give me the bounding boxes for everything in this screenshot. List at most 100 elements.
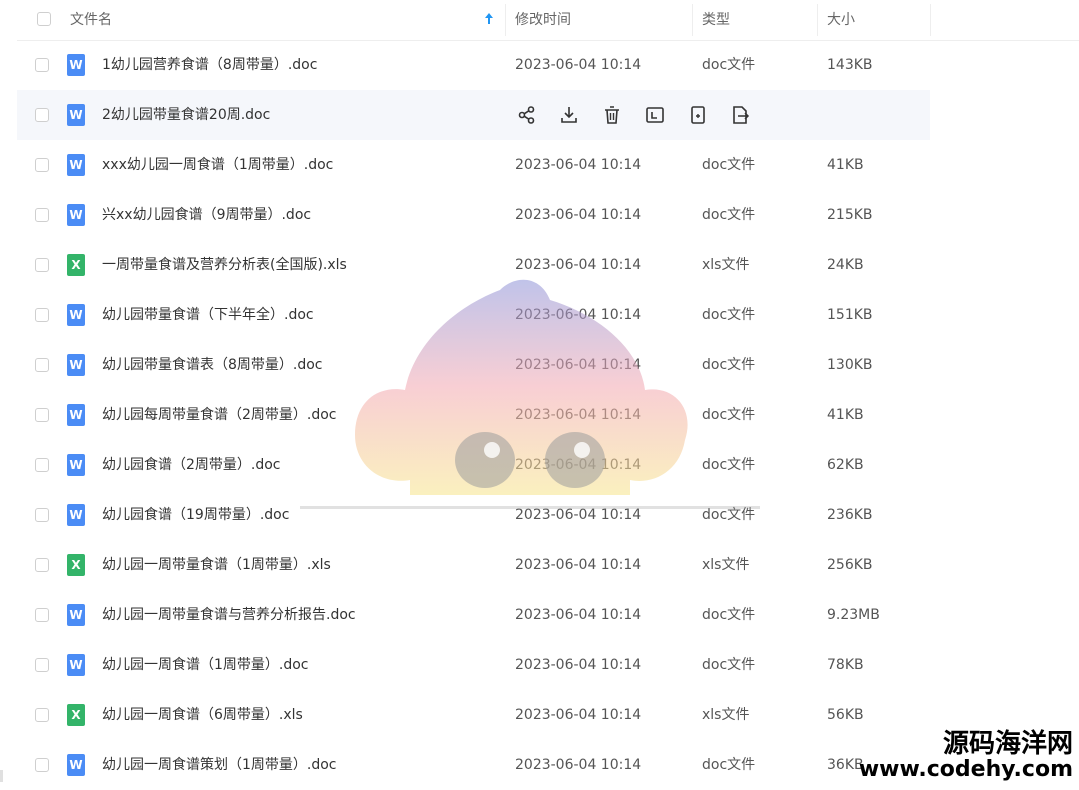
file-type: doc文件: [702, 607, 756, 623]
row-checkbox[interactable]: [35, 58, 49, 72]
word-file-icon: W: [67, 54, 85, 76]
share-icon[interactable]: [515, 103, 539, 127]
file-type: doc文件: [702, 307, 756, 323]
file-size: 24KB: [827, 257, 864, 273]
row-checkbox[interactable]: [35, 608, 49, 622]
header-type[interactable]: 类型: [702, 0, 730, 40]
file-name[interactable]: 幼儿园带量食谱（下半年全）.doc: [102, 290, 314, 340]
excel-file-icon: X: [67, 254, 85, 276]
file-modified: 2023-06-04 10:14: [515, 407, 642, 423]
file-type: doc文件: [702, 657, 756, 673]
file-name[interactable]: 幼儿园一周带量食谱与营养分析报告.doc: [102, 590, 356, 640]
file-row[interactable]: W 1幼儿园营养食谱（8周带量）.doc 2023-06-04 10:14 doc文件…: [17, 40, 930, 90]
file-name[interactable]: 幼儿园一周带量食谱（1周带量）.xls: [102, 540, 331, 590]
watermark-cn: 源码海洋网: [942, 728, 1073, 759]
file-type: xls文件: [702, 557, 750, 573]
delete-icon[interactable]: [600, 103, 624, 127]
word-file-icon: W: [67, 604, 85, 626]
file-row[interactable]: X 幼儿园一周食谱（6周带量）.xls 2023-06-04 10:14 xls文件 5…: [17, 690, 930, 740]
row-checkbox[interactable]: [35, 158, 49, 172]
file-name[interactable]: 幼儿园食谱（19周带量）.doc: [102, 490, 289, 540]
word-file-icon: W: [67, 504, 85, 526]
row-checkbox[interactable]: [35, 408, 49, 422]
row-checkbox[interactable]: [35, 558, 49, 572]
file-type: doc文件: [702, 157, 756, 173]
file-row[interactable]: W 幼儿园一周食谱策划（1周带量）.doc 2023-06-04 10:14 doc文…: [17, 740, 930, 790]
word-file-icon: W: [67, 154, 85, 176]
download-icon[interactable]: [557, 103, 581, 127]
row-checkbox[interactable]: [35, 458, 49, 472]
file-row[interactable]: W 幼儿园食谱（19周带量）.doc 2023-06-04 10:14 doc文件 23…: [17, 490, 930, 540]
file-type: doc文件: [702, 457, 756, 473]
row-checkbox[interactable]: [35, 308, 49, 322]
file-modified: 2023-06-04 10:14: [515, 307, 642, 323]
word-file-icon: W: [67, 404, 85, 426]
file-size: 62KB: [827, 457, 864, 473]
header-modified[interactable]: 修改时间: [515, 0, 571, 40]
file-row[interactable]: W 幼儿园带量食谱（下半年全）.doc 2023-06-04 10:14 doc文件 1…: [17, 290, 930, 340]
file-name[interactable]: 2幼儿园带量食谱20周.doc: [102, 90, 270, 140]
file-row[interactable]: W 幼儿园一周带量食谱与营养分析报告.doc 2023-06-04 10:14 doc…: [17, 590, 930, 640]
file-name[interactable]: 幼儿园食谱（2周带量）.doc: [102, 440, 281, 490]
file-name[interactable]: xxx幼儿园一周食谱（1周带量）.doc: [102, 140, 333, 190]
header-name[interactable]: 文件名: [70, 0, 112, 40]
file-name[interactable]: 一周带量食谱及营养分析表(全国版).xls: [102, 240, 347, 290]
file-row[interactable]: W 兴xx幼儿园食谱（9周带量）.doc 2023-06-04 10:14 doc文件…: [17, 190, 930, 240]
watermark-text: 源码海洋网 www.codehy.com: [859, 728, 1073, 781]
file-modified: 2023-06-04 10:14: [515, 257, 642, 273]
word-file-icon: W: [67, 204, 85, 226]
file-type: doc文件: [702, 207, 756, 223]
file-name[interactable]: 幼儿园一周食谱（6周带量）.xls: [102, 690, 303, 740]
file-size: 236KB: [827, 507, 873, 523]
file-size: 130KB: [827, 357, 873, 373]
file-type: doc文件: [702, 757, 756, 773]
file-name[interactable]: 幼儿园带量食谱表（8周带量）.doc: [102, 340, 323, 390]
file-modified: 2023-06-04 10:14: [515, 457, 642, 473]
sort-ascending-icon[interactable]: [484, 11, 494, 27]
excel-file-icon: X: [67, 704, 85, 726]
file-modified: 2023-06-04 10:14: [515, 657, 642, 673]
file-modified: 2023-06-04 10:14: [515, 207, 642, 223]
word-file-icon: W: [67, 654, 85, 676]
copy-icon[interactable]: [686, 103, 710, 127]
file-row[interactable]: W 幼儿园一周食谱（1周带量）.doc 2023-06-04 10:14 doc文件 7…: [17, 640, 930, 690]
file-name[interactable]: 幼儿园每周带量食谱（2周带量）.doc: [102, 390, 337, 440]
file-modified: 2023-06-04 10:14: [515, 557, 642, 573]
file-type: doc文件: [702, 357, 756, 373]
file-row[interactable]: W 幼儿园带量食谱表（8周带量）.doc 2023-06-04 10:14 doc文件…: [17, 340, 930, 390]
file-row[interactable]: Wxxx幼儿园一周食谱（1周带量）.doc 2023-06-04 10:14 doc…: [17, 140, 930, 190]
file-row[interactable]: W 幼儿园食谱（2周带量）.doc 2023-06-04 10:14 doc文件 62K…: [17, 440, 930, 490]
file-name[interactable]: 1幼儿园营养食谱（8周带量）.doc: [102, 40, 317, 90]
row-checkbox[interactable]: [35, 508, 49, 522]
file-row[interactable]: W 幼儿园每周带量食谱（2周带量）.doc 2023-06-04 10:14 doc文…: [17, 390, 930, 440]
row-checkbox[interactable]: [35, 358, 49, 372]
row-checkbox[interactable]: [35, 208, 49, 222]
row-checkbox[interactable]: [35, 658, 49, 672]
word-file-icon: W: [67, 354, 85, 376]
file-type: doc文件: [702, 407, 756, 423]
file-size: 256KB: [827, 557, 873, 573]
header-size[interactable]: 大小: [827, 0, 855, 40]
row-checkbox[interactable]: [35, 108, 49, 122]
file-name[interactable]: 幼儿园一周食谱策划（1周带量）.doc: [102, 740, 337, 790]
file-modified: 2023-06-04 10:14: [515, 157, 642, 173]
select-all-checkbox[interactable]: [37, 12, 51, 26]
file-modified: 2023-06-04 10:14: [515, 507, 642, 523]
file-modified: 2023-06-04 10:14: [515, 57, 642, 73]
file-type: xls文件: [702, 707, 750, 723]
word-file-icon: W: [67, 754, 85, 776]
file-table: 文件名 修改时间 类型 大小 W 1幼儿园营养食谱（8周带量）.doc 2023-0…: [17, 0, 1079, 776]
row-checkbox[interactable]: [35, 708, 49, 722]
excel-file-icon: X: [67, 554, 85, 576]
word-file-icon: W: [67, 304, 85, 326]
rename-icon[interactable]: [643, 103, 667, 127]
file-row[interactable]: W 2幼儿园带量食谱20周.doc: [17, 90, 930, 140]
row-checkbox[interactable]: [35, 258, 49, 272]
file-name[interactable]: 幼儿园一周食谱（1周带量）.doc: [102, 640, 309, 690]
row-checkbox[interactable]: [35, 758, 49, 772]
file-row[interactable]: X 一周带量食谱及营养分析表(全国版).xls 2023-06-04 10:14 xl…: [17, 240, 930, 290]
file-row[interactable]: X 幼儿园一周带量食谱（1周带量）.xls 2023-06-04 10:14 xls文…: [17, 540, 930, 590]
file-modified: 2023-06-04 10:14: [515, 757, 642, 773]
file-name[interactable]: 兴xx幼儿园食谱（9周带量）.doc: [102, 190, 311, 240]
move-icon[interactable]: [728, 103, 752, 127]
